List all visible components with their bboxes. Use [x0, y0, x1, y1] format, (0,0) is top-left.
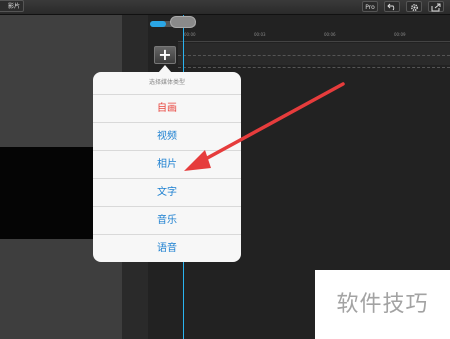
media-option-draw[interactable]: 自画 [93, 94, 241, 122]
undo-button[interactable] [384, 1, 400, 12]
playhead-handle[interactable] [170, 16, 196, 28]
undo-icon [387, 3, 395, 11]
media-option-video[interactable]: 视频 [93, 122, 241, 150]
pro-button[interactable]: Pro [362, 1, 378, 12]
ruler-label: 00:06 [324, 32, 336, 37]
add-media-button[interactable]: + [154, 46, 176, 64]
back-button[interactable]: 影片 [0, 0, 24, 12]
media-option-voice[interactable]: 语音 [93, 234, 241, 262]
timeline-progress-fill [150, 21, 167, 27]
share-button[interactable] [428, 1, 444, 12]
settings-button[interactable] [406, 1, 422, 12]
media-option-text[interactable]: 文字 [93, 178, 241, 206]
share-icon [431, 3, 441, 12]
media-option-music[interactable]: 音乐 [93, 206, 241, 234]
track-divider [178, 55, 450, 56]
media-option-photo[interactable]: 相片 [93, 150, 241, 178]
media-type-popup: 选择媒体类型 自画 视频 相片 文字 音乐 语音 [93, 72, 241, 262]
popup-title: 选择媒体类型 [148, 79, 185, 86]
time-ruler: 00:00 00:03 00:06 00:09 [178, 32, 450, 42]
ruler-label: 00:00 [184, 32, 196, 37]
ruler-label: 00:09 [394, 32, 406, 37]
track-divider [178, 67, 450, 68]
watermark-text: 软件技巧 [336, 292, 429, 317]
top-toolbar: 影片 Pro [0, 0, 450, 15]
ruler-label: 00:03 [254, 32, 266, 37]
gear-icon [410, 4, 418, 11]
timeline-track[interactable] [178, 43, 450, 65]
watermark: 软件技巧 [315, 270, 450, 339]
